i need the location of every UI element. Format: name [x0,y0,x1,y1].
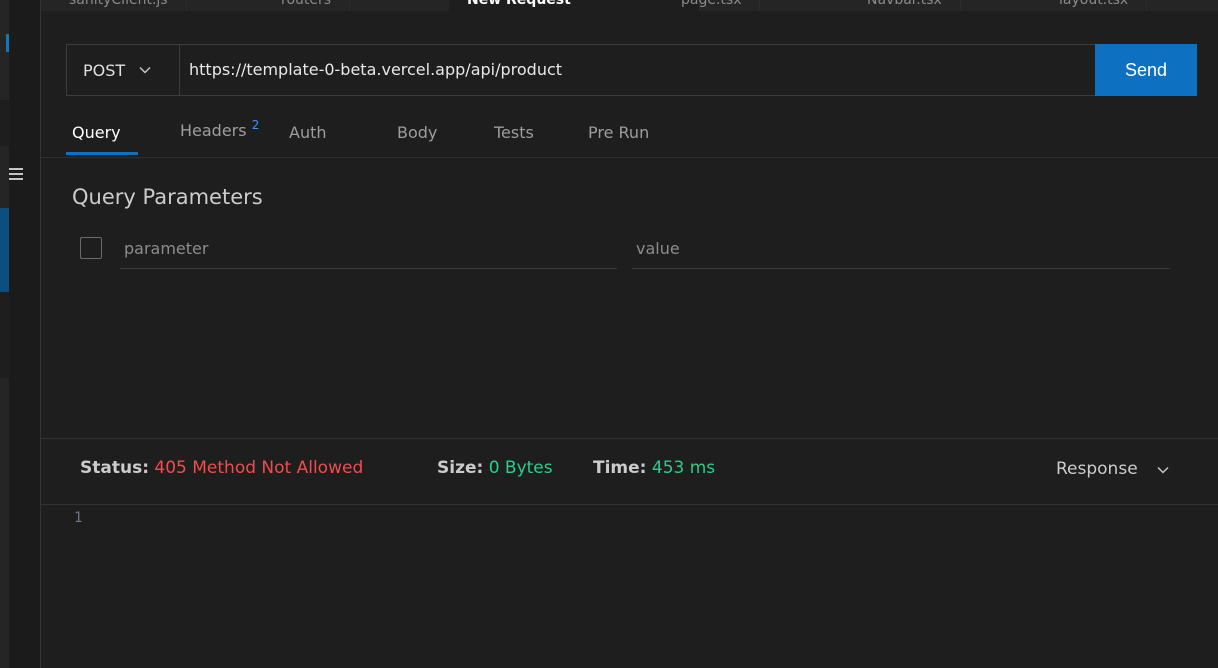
divider [41,157,1218,158]
chevron-down-icon [1157,463,1169,477]
url-input[interactable]: https://template-0-beta.vercel.app/api/p… [189,45,562,95]
tab-tests[interactable]: Tests [494,123,534,159]
side-panel [9,0,40,668]
tab-navbar-tsx[interactable]: Navbar.tsx [849,0,961,11]
size-field: Size: 0 Bytes [437,458,553,478]
response-editor[interactable]: 1 [41,505,1218,668]
tab-headers[interactable]: Headers 2 [180,118,260,157]
send-button[interactable]: Send [1095,44,1197,96]
tab-sanity-client[interactable]: sanityClient.js [51,0,187,11]
response-view-label: Response [1056,459,1138,479]
tab-page-tsx[interactable]: page.tsx [663,0,761,11]
parameter-input[interactable] [120,229,617,269]
headers-count-badge: 2 [251,118,260,132]
tab-pre-run[interactable]: Pre Run [588,123,649,159]
tab-layout-tsx[interactable]: layout.tsx [1041,0,1148,11]
query-parameters-title: Query Parameters [72,185,263,209]
status-value: 405 Method Not Allowed [154,458,364,478]
active-tab-indicator [66,152,138,155]
activity-bar [0,0,9,668]
method-label: POST [83,60,126,80]
size-value: 0 Bytes [488,458,553,478]
time-value: 453 ms [651,458,716,478]
line-number: 1 [74,510,83,526]
tab-auth[interactable]: Auth [289,123,327,159]
activity-slot [0,100,9,146]
response-view-select[interactable]: Response [1056,459,1169,479]
time-field: Time: 453 ms [593,458,716,478]
chevron-down-icon [139,63,151,77]
request-bar: POST https://template-0-beta.vercel.app/… [66,44,1197,96]
value-input[interactable] [632,229,1170,269]
menu-icon[interactable] [9,168,23,180]
activity-selected[interactable] [0,208,9,292]
editor-tabs: sanityClient.js routers New Request page… [41,0,1218,11]
tab-routers[interactable]: routers [263,0,351,11]
method-select[interactable]: POST [67,45,180,95]
tab-body[interactable]: Body [397,123,437,159]
status-field: Status: 405 Method Not Allowed [80,458,364,478]
param-enabled-checkbox[interactable] [80,237,102,259]
activity-slot [0,292,9,378]
panel-splitter[interactable] [41,438,1218,439]
